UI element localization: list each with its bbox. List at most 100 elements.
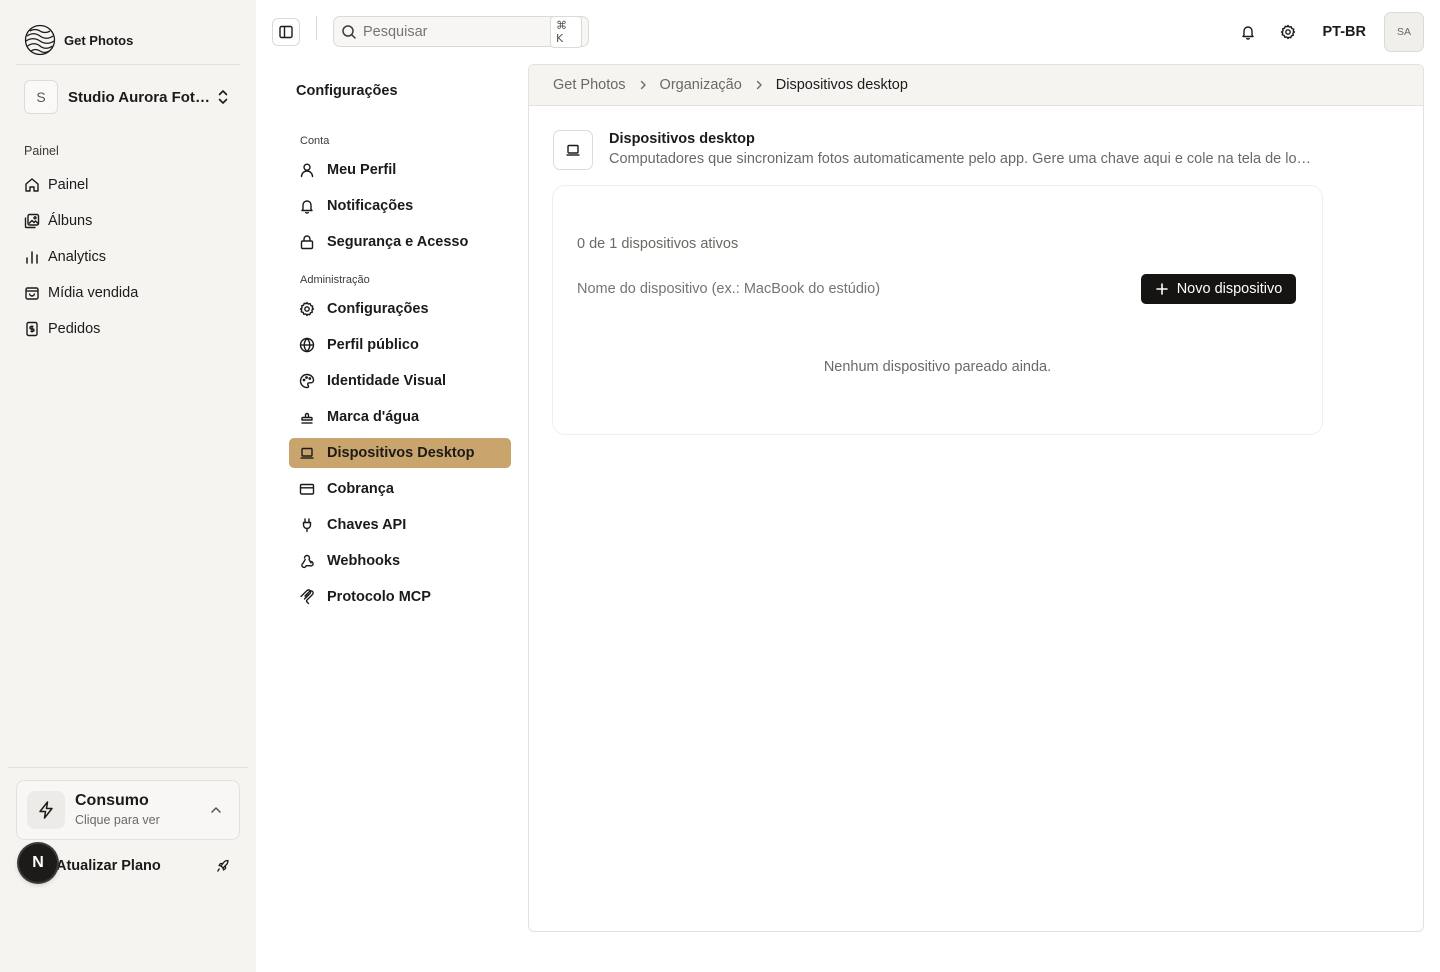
divider xyxy=(8,767,248,768)
bar-chart-icon xyxy=(24,249,40,265)
chevron-right-icon xyxy=(753,79,765,91)
brand[interactable]: Get Photos xyxy=(24,24,133,56)
search-box[interactable]: ⌘ K xyxy=(333,15,589,48)
new-device-label: Novo dispositivo xyxy=(1176,281,1283,297)
org-switcher[interactable]: S Studio Aurora Fotografia xyxy=(16,76,240,118)
settings-item-label: Segurança e Acesso xyxy=(327,234,469,250)
breadcrumb-item-current: Dispositivos desktop xyxy=(775,77,908,93)
sidebar-item-label: Mídia vendida xyxy=(48,285,139,301)
org-name: Studio Aurora Fotografia xyxy=(68,88,210,106)
webhook-icon xyxy=(299,553,315,569)
upgrade-plan-label: Atualizar Plano xyxy=(56,858,161,874)
settings-group-label-conta: Conta xyxy=(300,135,330,147)
gear-icon xyxy=(299,301,315,317)
sidebar-item-painel[interactable]: Painel xyxy=(16,167,240,203)
page-header: Dispositivos desktop Computadores que si… xyxy=(553,130,1319,170)
settings-item-label: Cobrança xyxy=(327,481,394,497)
settings-item-label: Marca d'água xyxy=(327,409,420,425)
breadcrumb-item-home[interactable]: Get Photos xyxy=(553,77,626,93)
sidebar-item-analytics[interactable]: Analytics xyxy=(16,239,240,275)
user-avatar[interactable]: SA xyxy=(1384,12,1424,52)
settings-item-identidade-visual[interactable]: Identidade Visual xyxy=(289,366,511,396)
usage-subtitle: Clique para ver xyxy=(75,813,160,827)
palette-icon xyxy=(299,373,315,389)
usage-title: Consumo xyxy=(75,792,149,809)
album-icon xyxy=(24,213,40,229)
globe-icon xyxy=(299,337,315,353)
active-devices-count: 0 de 1 dispositivos ativos xyxy=(577,236,739,252)
divider xyxy=(316,16,317,40)
sidebar-panel-icon xyxy=(278,24,294,40)
settings-item-label: Identidade Visual xyxy=(327,373,446,389)
stamp-icon xyxy=(299,409,315,425)
settings-item-configuracoes[interactable]: Configurações xyxy=(289,294,511,324)
top-bar: ⌘ K PT-BR SA xyxy=(256,0,1440,64)
laptop-icon xyxy=(299,445,315,461)
settings-item-dispositivos-desktop[interactable]: Dispositivos Desktop xyxy=(289,438,511,468)
page-icon-box xyxy=(553,130,593,170)
settings-item-label: Protocolo MCP xyxy=(327,589,431,605)
nav-group-label: Painel xyxy=(24,144,59,158)
settings-item-label: Chaves API xyxy=(327,517,407,533)
rocket-icon xyxy=(216,859,230,873)
settings-item-label: Meu Perfil xyxy=(327,162,397,178)
org-avatar: S xyxy=(24,80,58,114)
settings-item-notificacoes[interactable]: Notificações xyxy=(289,191,511,221)
search-shortcut: ⌘ K xyxy=(550,15,582,48)
settings-item-meu-perfil[interactable]: Meu Perfil xyxy=(289,155,511,185)
settings-item-label: Dispositivos Desktop xyxy=(327,445,475,461)
plus-icon xyxy=(1155,282,1169,296)
settings-item-perfil-publico[interactable]: Perfil público xyxy=(289,330,511,360)
user-icon xyxy=(299,162,315,178)
breadcrumb-item-organizacao[interactable]: Organização xyxy=(660,77,742,93)
settings-title: Configurações xyxy=(296,83,398,99)
chevron-right-icon xyxy=(637,79,649,91)
plug-icon xyxy=(299,517,315,533)
laptop-icon xyxy=(565,142,581,158)
search-input[interactable] xyxy=(363,23,550,40)
shopping-bag-icon xyxy=(24,285,40,301)
zap-icon xyxy=(36,800,56,820)
mcp-icon xyxy=(299,589,315,605)
credit-card-icon xyxy=(299,481,315,497)
app-sidebar: Get Photos S Studio Aurora Fotografia Pa… xyxy=(0,0,256,972)
gear-icon xyxy=(1280,24,1296,40)
device-name-input[interactable] xyxy=(577,274,1117,304)
settings-item-chaves-api[interactable]: Chaves API xyxy=(289,510,511,540)
sidebar-item-label: Álbuns xyxy=(48,213,93,229)
sidebar-item-albuns[interactable]: Álbuns xyxy=(16,203,240,239)
settings-item-label: Perfil público xyxy=(327,337,419,353)
chevron-up-icon xyxy=(209,803,223,817)
brand-name: Get Photos xyxy=(64,32,134,48)
sidebar-item-midia-vendida[interactable]: Mídia vendida xyxy=(16,275,240,311)
settings-item-cobranca[interactable]: Cobrança xyxy=(289,474,511,504)
usage-card[interactable]: Consumo Clique para ver xyxy=(16,780,240,840)
settings-item-seguranca[interactable]: Segurança e Acesso xyxy=(289,227,511,257)
lock-icon xyxy=(299,234,315,250)
sidebar-item-pedidos[interactable]: Pedidos xyxy=(16,311,240,347)
settings-item-label: Webhooks xyxy=(327,553,401,569)
empty-state-message: Nenhum dispositivo pareado ainda. xyxy=(823,359,1052,375)
notification-avatar-badge[interactable]: N xyxy=(19,844,57,882)
sidebar-item-label: Analytics xyxy=(48,249,107,265)
chevrons-up-down-icon xyxy=(216,88,230,106)
settings-item-protocolo-mcp[interactable]: Protocolo MCP xyxy=(289,582,511,612)
page-title: Dispositivos desktop xyxy=(609,131,755,147)
home-icon xyxy=(24,177,40,193)
main-nav: Painel Álbuns Analytics Mídia vendida Pe… xyxy=(16,167,240,347)
settings-item-label: Configurações xyxy=(327,301,429,317)
toggle-sidebar-button[interactable] xyxy=(272,18,300,46)
settings-item-label: Notificações xyxy=(327,198,414,214)
receipt-icon xyxy=(24,321,40,337)
settings-item-webhooks[interactable]: Webhooks xyxy=(289,546,511,576)
bell-icon xyxy=(299,198,315,214)
settings-item-marca-dagua[interactable]: Marca d'água xyxy=(289,402,511,432)
new-device-button[interactable]: Novo dispositivo xyxy=(1141,274,1296,304)
content-panel: Get Photos Organização Dispositivos desk… xyxy=(528,64,1424,932)
notifications-button[interactable] xyxy=(1228,12,1268,52)
settings-group-label-administracao: Administração xyxy=(300,274,370,286)
search-icon xyxy=(341,24,357,40)
language-switcher[interactable]: PT-BR xyxy=(1308,24,1385,40)
settings-button[interactable] xyxy=(1268,12,1308,52)
logo-icon xyxy=(24,24,56,56)
